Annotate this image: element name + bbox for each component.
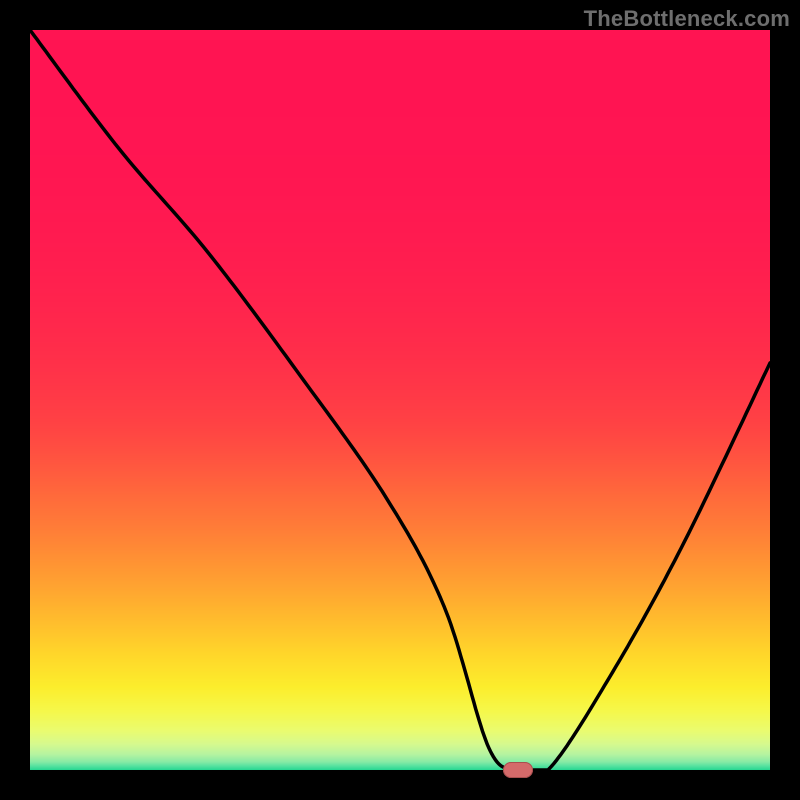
plot-area: [30, 30, 770, 770]
optimal-point-marker: [503, 762, 533, 778]
bottleneck-curve: [30, 30, 770, 770]
chart-frame: TheBottleneck.com: [0, 0, 800, 800]
watermark-text: TheBottleneck.com: [584, 6, 790, 32]
